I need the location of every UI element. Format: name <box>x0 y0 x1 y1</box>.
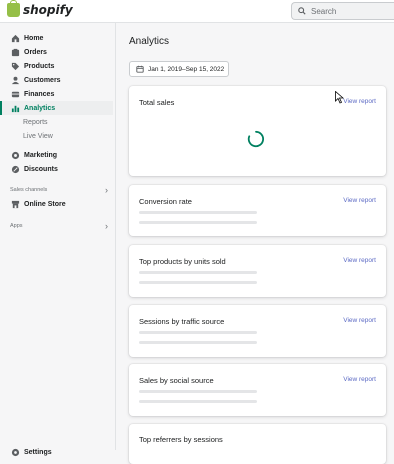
conversion-rate-card: Conversion rate View report <box>129 185 386 236</box>
skeleton-line <box>139 281 257 284</box>
customers-icon <box>10 75 20 85</box>
active-indicator <box>0 101 2 115</box>
gear-icon <box>10 447 20 457</box>
shopify-bag-icon <box>7 0 20 17</box>
shopify-logo[interactable]: shopify <box>7 0 73 17</box>
search-icon <box>298 7 306 15</box>
date-range-label: Jan 1, 2019–Sep 15, 2022 <box>148 65 225 73</box>
view-report-link[interactable]: View report <box>343 376 376 383</box>
finances-icon <box>10 89 20 99</box>
loading-spinner-icon <box>247 130 265 148</box>
skeleton-line <box>139 400 257 403</box>
skeleton-line <box>139 221 257 224</box>
sidebar-item-online-store[interactable]: Online Store <box>0 197 113 211</box>
page-title: Analytics <box>129 36 170 47</box>
card-title: Total sales <box>139 98 175 107</box>
sidebar-subitem-live-view[interactable]: Live View <box>23 133 53 140</box>
sidebar-item-label: Analytics <box>24 104 56 112</box>
top-referrers-card: Top referrers by sessions <box>129 424 386 464</box>
card-title: Top products by units sold <box>139 257 226 266</box>
sidebar-item-finances[interactable]: Finances <box>0 87 113 101</box>
sidebar-item-label: Home <box>24 34 44 42</box>
skeleton-line <box>139 331 257 334</box>
apps-header[interactable]: Apps › <box>10 221 108 231</box>
calendar-icon <box>136 65 144 73</box>
card-title: Top referrers by sessions <box>139 435 223 444</box>
discount-icon <box>10 164 20 174</box>
chevron-right-icon: › <box>105 185 108 195</box>
sidebar-subitem-reports[interactable]: Reports <box>23 119 48 126</box>
skeleton-line <box>139 341 257 344</box>
tag-icon <box>10 61 20 71</box>
card-title: Conversion rate <box>139 197 192 206</box>
sidebar-item-marketing[interactable]: Marketing <box>0 148 113 162</box>
sidebar-item-orders[interactable]: Orders <box>0 45 113 59</box>
search-input[interactable]: Search <box>291 2 394 20</box>
sessions-traffic-card: Sessions by traffic source View report <box>129 305 386 357</box>
home-icon <box>10 33 20 43</box>
sales-channels-header[interactable]: Sales channels › <box>10 185 108 195</box>
sidebar-item-customers[interactable]: Customers <box>0 73 113 87</box>
view-report-link[interactable]: View report <box>343 317 376 324</box>
logo-text: shopify <box>23 3 73 17</box>
view-report-link[interactable]: View report <box>343 197 376 204</box>
sidebar: Home Orders Products Customers Finances … <box>0 23 116 456</box>
sales-channels-label: Sales channels <box>10 187 48 193</box>
chevron-right-icon: › <box>105 221 108 231</box>
sales-social-card: Sales by social source View report <box>129 364 386 416</box>
card-title: Sales by social source <box>139 376 214 385</box>
skeleton-line <box>139 271 257 274</box>
apps-label: Apps <box>10 223 23 229</box>
card-title: Sessions by traffic source <box>139 317 225 326</box>
date-range-button[interactable]: Jan 1, 2019–Sep 15, 2022 <box>129 61 229 77</box>
sidebar-item-label: Orders <box>24 48 47 56</box>
sidebar-item-home[interactable]: Home <box>0 31 113 45</box>
orders-icon <box>10 47 20 57</box>
sidebar-item-discounts[interactable]: Discounts <box>0 162 113 176</box>
marketing-icon <box>10 150 20 160</box>
sidebar-item-settings[interactable]: Settings <box>0 445 113 459</box>
sidebar-item-label: Marketing <box>24 151 58 159</box>
store-icon <box>10 199 20 209</box>
skeleton-line <box>139 211 257 214</box>
sidebar-item-label: Customers <box>24 76 61 84</box>
view-report-link[interactable]: View report <box>343 98 376 105</box>
view-report-link[interactable]: View report <box>343 257 376 264</box>
sidebar-item-analytics[interactable]: Analytics <box>0 101 113 115</box>
sidebar-item-label: Discounts <box>24 165 58 173</box>
skeleton-line <box>139 390 257 393</box>
analytics-icon <box>10 103 20 113</box>
mouse-cursor-icon <box>335 91 344 104</box>
sidebar-item-label: Online Store <box>24 200 66 208</box>
top-products-card: Top products by units sold View report <box>129 245 386 297</box>
sidebar-item-label: Products <box>24 62 55 70</box>
sidebar-item-products[interactable]: Products <box>0 59 113 73</box>
total-sales-card: Total sales View report <box>129 86 386 176</box>
sidebar-item-label: Finances <box>24 90 55 98</box>
top-bar: shopify Search <box>0 0 394 23</box>
search-placeholder: Search <box>311 6 337 16</box>
